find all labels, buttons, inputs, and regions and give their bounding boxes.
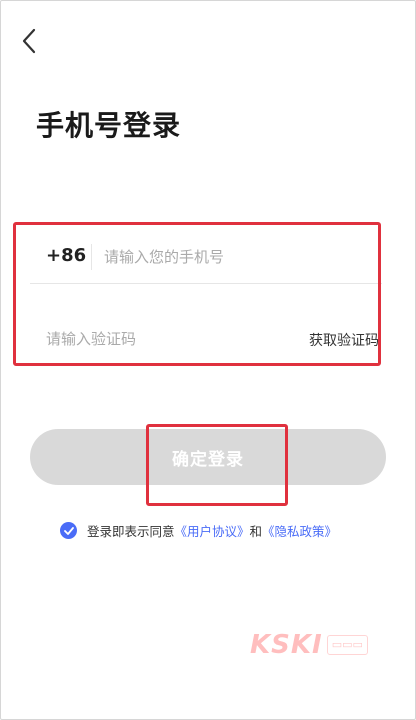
back-button[interactable] [14,26,44,56]
highlight-box-login-button [146,424,288,506]
agreement-checkbox[interactable] [60,522,77,539]
privacy-policy-link[interactable]: 《隐私政策》 [262,521,337,540]
check-icon [63,526,74,535]
highlight-box-form [13,222,381,366]
agreement-prefix: 登录即表示同意 [87,524,175,539]
page-title: 手机号登录 [36,109,182,142]
chevron-left-icon [22,28,36,54]
agreement-conjunction: 和 [249,524,263,539]
agreement-row: 登录即表示同意 《用户协议》 和 《隐私政策》 [60,521,337,540]
watermark-logo: KSKI ▭▭▭ [250,630,368,660]
watermark-brand: KSKI [250,630,323,660]
watermark-badge: ▭▭▭ [326,635,368,655]
user-agreement-link[interactable]: 《用户协议》 [175,521,250,540]
